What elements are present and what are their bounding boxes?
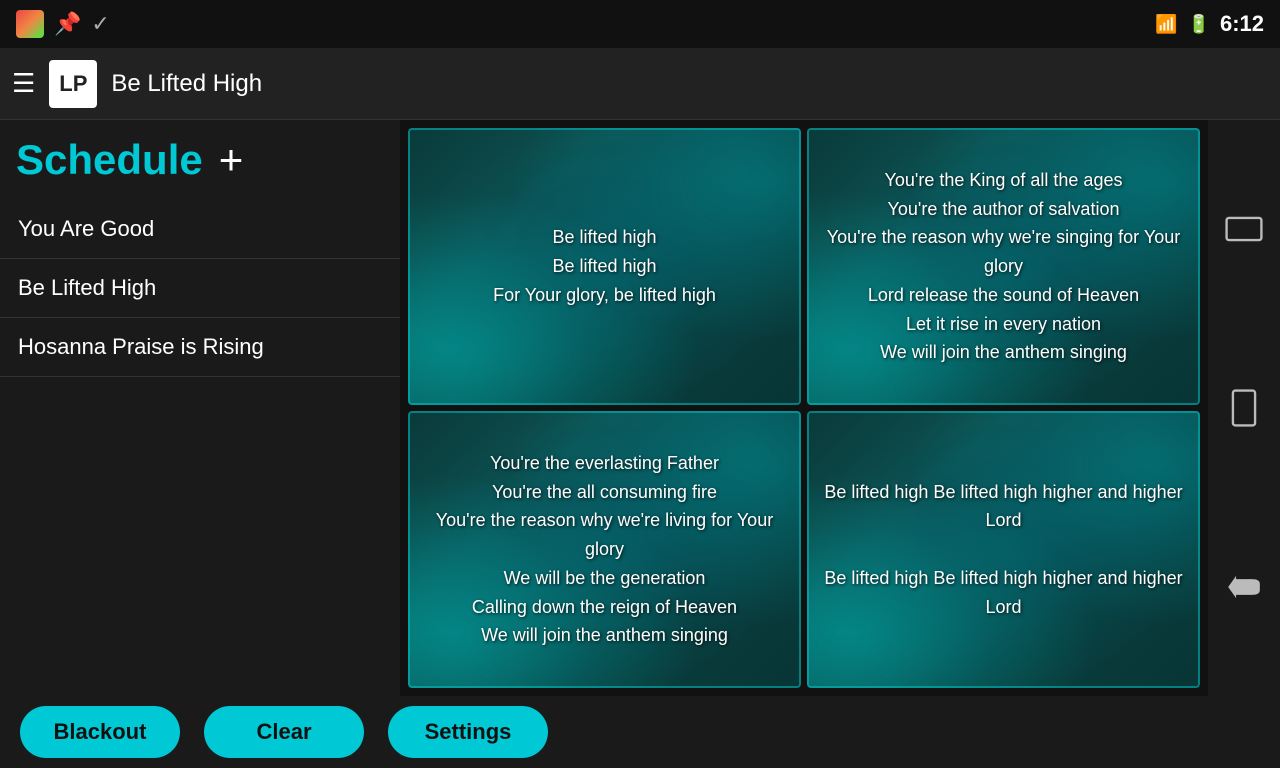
app-title: Be Lifted High (111, 70, 262, 98)
schedule-header: Schedule + (0, 128, 400, 200)
card4-text: Be lifted high Be lifted high higher and… (807, 462, 1200, 638)
schedule-label: Schedule (16, 136, 203, 184)
battery-icon: 🔋 (1188, 14, 1210, 35)
sidebar: Schedule + You Are Good Be Lifted High H… (0, 120, 400, 696)
card3-text: You're the everlasting Father You're the… (408, 433, 801, 667)
content-area: Be lifted highBe lifted highFor Your glo… (400, 120, 1208, 696)
blackout-button[interactable]: Blackout (20, 706, 180, 758)
lyric-card-1[interactable]: Be lifted highBe lifted highFor Your glo… (408, 128, 801, 405)
main-layout: Schedule + You Are Good Be Lifted High H… (0, 120, 1280, 696)
check-icon: ✓ (91, 11, 109, 37)
portrait-icon (1225, 389, 1263, 427)
display-landscape-button[interactable] (1218, 209, 1270, 249)
right-nav (1208, 120, 1280, 696)
sidebar-item-be-lifted-high[interactable]: Be Lifted High (0, 259, 400, 318)
clear-button[interactable]: Clear (204, 706, 364, 758)
card2-text: You're the King of all the ages You're t… (807, 150, 1200, 384)
status-icons-left: 📌 ✓ (16, 10, 110, 38)
pin-icon: 📌 (54, 11, 81, 37)
settings-button[interactable]: Settings (388, 706, 548, 758)
signal-icon: 📶 (1155, 14, 1177, 35)
display-portrait-button[interactable] (1218, 388, 1270, 428)
bottom-bar: Blackout Clear Settings (0, 696, 1280, 768)
status-icons-right: 📶 🔋 6:12 (1155, 11, 1264, 37)
sidebar-item-you-are-good[interactable]: You Are Good (0, 200, 400, 259)
app-bar: ☰ LP Be Lifted High (0, 48, 1280, 120)
sidebar-item-hosanna[interactable]: Hosanna Praise is Rising (0, 318, 400, 377)
status-time: 6:12 (1220, 11, 1264, 37)
lyric-card-2[interactable]: You're the King of all the ages You're t… (807, 128, 1200, 405)
add-schedule-button[interactable]: + (219, 139, 244, 181)
status-bar: 📌 ✓ 📶 🔋 6:12 (0, 0, 1280, 48)
back-icon (1225, 568, 1263, 606)
card1-text: Be lifted highBe lifted highFor Your glo… (477, 207, 732, 325)
app-logo: LP (49, 60, 97, 108)
lyric-card-3[interactable]: You're the everlasting Father You're the… (408, 411, 801, 688)
hamburger-menu-icon[interactable]: ☰ (12, 68, 35, 99)
wifi-icon (16, 10, 44, 38)
back-button[interactable] (1218, 567, 1270, 607)
landscape-icon (1225, 210, 1263, 248)
lyric-card-4[interactable]: Be lifted high Be lifted high higher and… (807, 411, 1200, 688)
